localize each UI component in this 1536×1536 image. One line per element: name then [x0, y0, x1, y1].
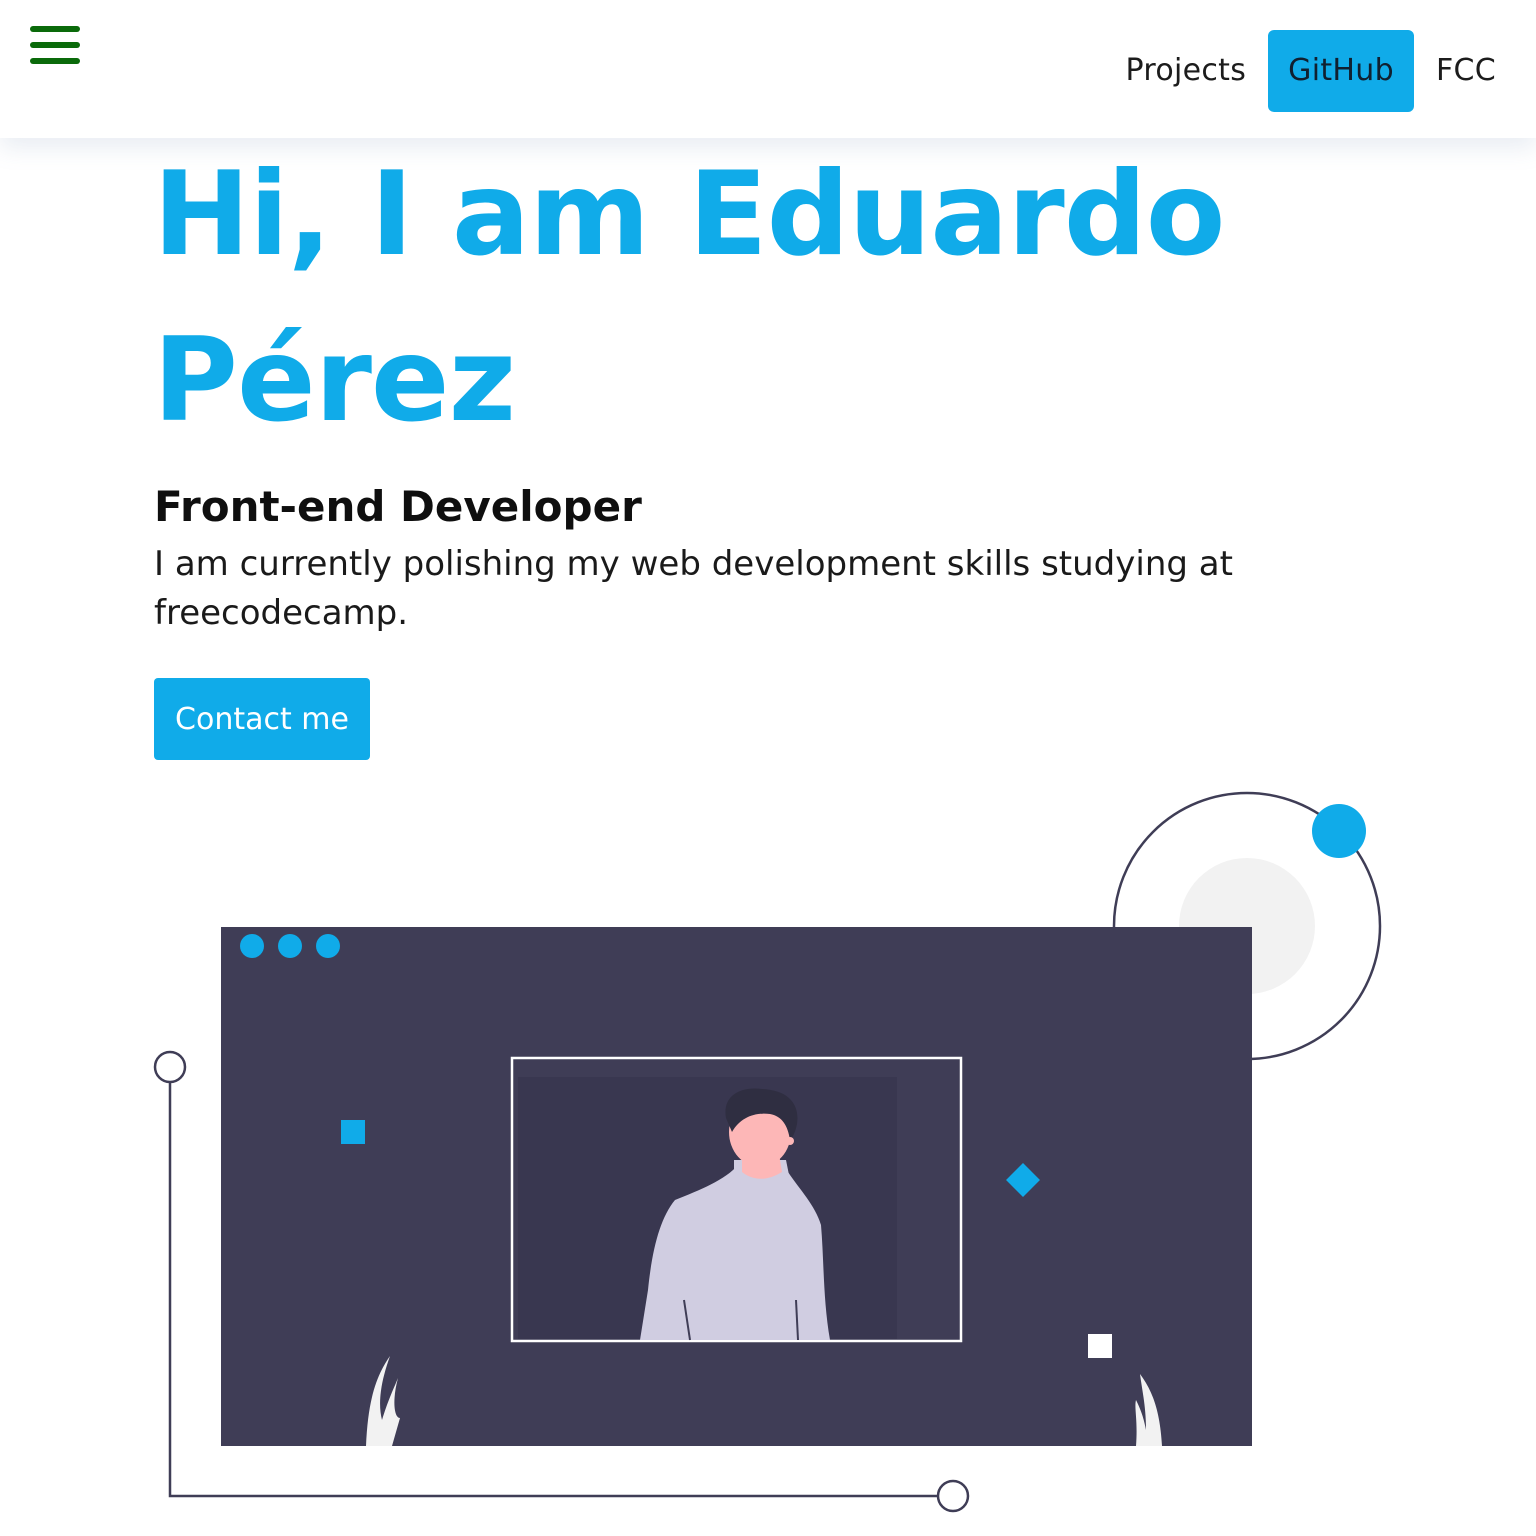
nav-link-github[interactable]: GitHub [1268, 30, 1414, 112]
hero-title-line2: Pérez [153, 313, 516, 448]
photo-frame [510, 1056, 963, 1343]
hero-subtitle: Front-end Developer [154, 482, 642, 531]
orbit-decoration [1112, 791, 1382, 1061]
nav-link-projects[interactable]: Projects [1106, 30, 1267, 112]
square-shape-icon [341, 1120, 365, 1144]
grass-left-icon [366, 1356, 400, 1446]
top-navbar: Projects GitHub FCC [0, 0, 1536, 138]
hero-title: Hi, I am Eduardo Pérez [153, 132, 1303, 464]
hero-title-line1: Hi, I am Eduardo [153, 147, 1225, 282]
window-dot-icon [240, 934, 264, 958]
person-avatar [640, 1088, 830, 1341]
hero-description: I am currently polishing my web developm… [154, 544, 1233, 633]
window-dot-icon [316, 934, 340, 958]
nav-links: Projects GitHub FCC [1106, 30, 1517, 112]
hamburger-menu-icon[interactable] [30, 26, 80, 68]
browser-window [221, 927, 1252, 1446]
window-dot-icon [278, 934, 302, 958]
white-square-shape-icon [1088, 1334, 1112, 1358]
orbit-dot-icon [1312, 804, 1366, 858]
grass-right-icon [1135, 1374, 1162, 1446]
nav-link-fcc[interactable]: FCC [1416, 30, 1516, 112]
diamond-shape-icon [1006, 1163, 1040, 1197]
contact-me-button[interactable]: Contact me [154, 678, 370, 760]
portfolio-page: Projects GitHub FCC Hi, I am Eduardo Pére… [0, 0, 1536, 1536]
connector-line-decoration [153, 1050, 970, 1513]
